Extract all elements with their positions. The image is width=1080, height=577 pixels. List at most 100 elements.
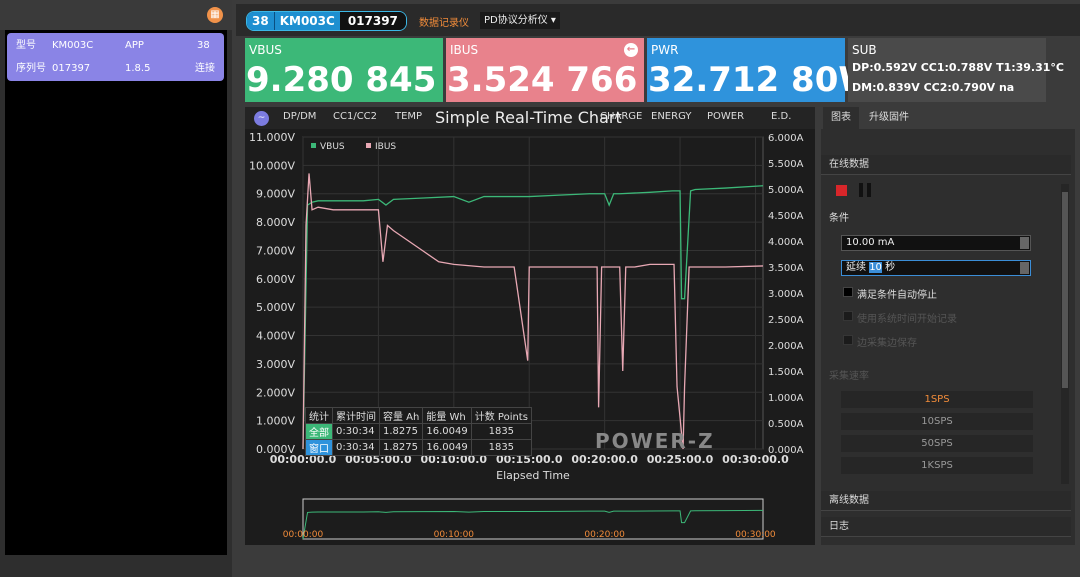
duration-prefix: 延续	[846, 262, 866, 273]
y-right-tick-label: 2.500A	[768, 315, 804, 326]
rate-10sps-button[interactable]: 10SPS	[841, 413, 1033, 430]
x-tick-label: 00:30:00.0	[722, 453, 789, 466]
y-left-tick-label: 8.000V	[256, 216, 295, 229]
y-right-tick-label: 3.500A	[768, 263, 804, 274]
y-left-tick-label: 10.000V	[249, 159, 295, 172]
sidebar-toolbar: ▦	[0, 0, 232, 30]
badge-number: 38	[247, 12, 274, 30]
y-right-tick-label: 6.000A	[768, 133, 804, 144]
current-threshold-value: 10.00 mA	[846, 237, 895, 248]
chart-logo-icon[interactable]: ~	[254, 111, 269, 126]
table-cell: 16.0049	[422, 423, 472, 440]
rate-1sps-button[interactable]: 1SPS	[841, 391, 1033, 408]
auto-save-checkbox[interactable]	[843, 335, 853, 345]
tab-energy[interactable]: ENERGY	[651, 111, 691, 122]
table-cell: 0:30:34	[332, 439, 380, 456]
offline-data-header[interactable]: 离线数据	[821, 491, 1071, 511]
x-axis-label: Elapsed Time	[496, 469, 570, 482]
realtime-chart[interactable]: 0.000V1.000V2.000V3.000V4.000V5.000V6.00…	[245, 129, 815, 545]
y-right-tick-label: 5.500A	[768, 159, 804, 170]
stats-header: 计数 Points	[470, 407, 532, 424]
stats-header: 统计	[305, 407, 333, 424]
vbus-label: VBUS	[249, 43, 282, 57]
stats-header: 能量 Wh	[422, 407, 472, 424]
right-tab-bar: 图表 升级固件	[821, 107, 1075, 129]
device-list	[5, 30, 227, 555]
badge-model: KM003C	[273, 12, 340, 30]
legend-label: VBUS	[320, 142, 345, 152]
ibus-label: IBUS	[450, 43, 479, 57]
system-time-checkbox[interactable]	[843, 311, 853, 321]
auto-stop-checkbox[interactable]	[843, 287, 853, 297]
system-time-label: 使用系统时间开始记录	[857, 314, 957, 325]
device-badge[interactable]: 38 KM003C 017397	[246, 11, 407, 31]
record-button[interactable]	[836, 185, 847, 196]
chart-panel: ~ DP/DM CC1/CC2 TEMP CHARGE ENERGY POWER…	[245, 107, 815, 545]
duration-suffix: 秒	[885, 262, 896, 273]
auto-stop-label: 满足条件自动停止	[857, 290, 937, 301]
app-label: APP	[125, 40, 144, 51]
tab-pd-analyzer[interactable]: PD协议分析仪 ▾	[480, 12, 560, 29]
table-cell: 1835	[470, 439, 532, 456]
log-header[interactable]: 日志	[821, 517, 1071, 537]
stats-table: 统计 累计时间 容量 Ah 能量 Wh 计数 Points 全部 0:30:34…	[305, 407, 532, 456]
back-arrow-icon[interactable]: ←	[624, 43, 638, 57]
legend-swatch	[366, 143, 371, 148]
tab-temp[interactable]: TEMP	[395, 111, 422, 122]
x-tick-label: 00:20:00.0	[571, 453, 638, 466]
online-data-header[interactable]: 在线数据	[821, 155, 1071, 175]
panel-scrollbar[interactable]	[1061, 184, 1069, 484]
vbus-value: 9.280 845 V	[246, 60, 475, 100]
device-number: 38	[197, 40, 210, 51]
power-label: PWR	[651, 43, 679, 57]
tab-chart[interactable]: 图表	[823, 107, 859, 129]
ibus-card: IBUS ← 3.524 766 A	[446, 38, 676, 102]
control-panel: 图表 升级固件 在线数据 条件 10.00 mA 延续 10 秒 满足条件自动停…	[821, 107, 1075, 545]
tab-power[interactable]: POWER	[707, 111, 744, 122]
table-cell: 16.0049	[422, 439, 472, 456]
row-label: 全部	[305, 423, 333, 440]
y-right-tick-label: 5.000A	[768, 185, 804, 196]
rate-50sps-button[interactable]: 50SPS	[841, 435, 1033, 452]
stats-header-row: 统计 累计时间 容量 Ah 能量 Wh 计数 Points	[305, 407, 532, 424]
table-row: 窗口 0:30:34 1.8275 16.0049 1835	[305, 439, 532, 456]
tab-cc1-cc2[interactable]: CC1/CC2	[333, 111, 377, 122]
calendar-icon[interactable]: ▦	[207, 7, 223, 23]
stats-header: 容量 Ah	[378, 407, 424, 424]
overview-tick-label: 00:30:00	[735, 530, 776, 540]
sub-line-2: DM:0.839V CC2:0.790V na	[852, 81, 1015, 94]
model-value: KM003C	[52, 40, 94, 51]
duration-value: 10	[869, 262, 882, 273]
sub-card: SUB DP:0.592V CC1:0.788V T1:39.31°C DM:0…	[848, 38, 1064, 102]
pause-button[interactable]	[858, 183, 872, 197]
y-left-tick-label: 4.000V	[256, 330, 295, 343]
tab-firmware[interactable]: 升级固件	[861, 107, 917, 129]
connection-status: 连接	[195, 63, 215, 74]
tab-ed[interactable]: E.D.	[771, 111, 791, 122]
tab-data-recorder[interactable]: 数据记录仪	[419, 14, 469, 29]
device-sidebar: ▦ 型号 KM003C APP 38 序列号 017397 1.8.5 连接	[0, 0, 232, 577]
serial-value: 017397	[52, 63, 91, 74]
model-label: 型号	[16, 40, 36, 51]
overview-tick-label: 00:10:00	[434, 530, 475, 540]
table-cell: 0:30:34	[332, 423, 380, 440]
rate-1ksps-button[interactable]: 1KSPS	[841, 457, 1033, 474]
y-left-tick-label: 3.000V	[256, 358, 295, 371]
y-right-tick-label: 1.000A	[768, 393, 804, 404]
overview-tick-label: 00:20:00	[584, 530, 625, 540]
vbus-card: VBUS 9.280 845 V	[245, 38, 475, 102]
overview-window	[302, 498, 764, 540]
current-threshold-field[interactable]: 10.00 mA	[841, 235, 1031, 251]
sub-line-1: DP:0.592V CC1:0.788V T1:39.31°C	[852, 61, 1064, 74]
scroll-thumb[interactable]	[1062, 192, 1068, 388]
duration-field[interactable]: 延续 10 秒	[841, 260, 1031, 276]
table-cell: 1.8275	[378, 423, 424, 440]
spin-buttons[interactable]	[1020, 262, 1029, 274]
x-tick-label: 00:25:00.0	[647, 453, 714, 466]
spin-buttons[interactable]	[1020, 237, 1029, 249]
device-card[interactable]: 型号 KM003C APP 38 序列号 017397 1.8.5 连接	[7, 33, 224, 81]
chart-title: Simple Real-Time Chart	[435, 108, 622, 127]
y-right-tick-label: 3.000A	[768, 289, 804, 300]
tab-dp-dm[interactable]: DP/DM	[283, 111, 316, 122]
top-bar: 38 KM003C 017397 数据记录仪 PD协议分析仪 ▾	[236, 4, 1080, 36]
